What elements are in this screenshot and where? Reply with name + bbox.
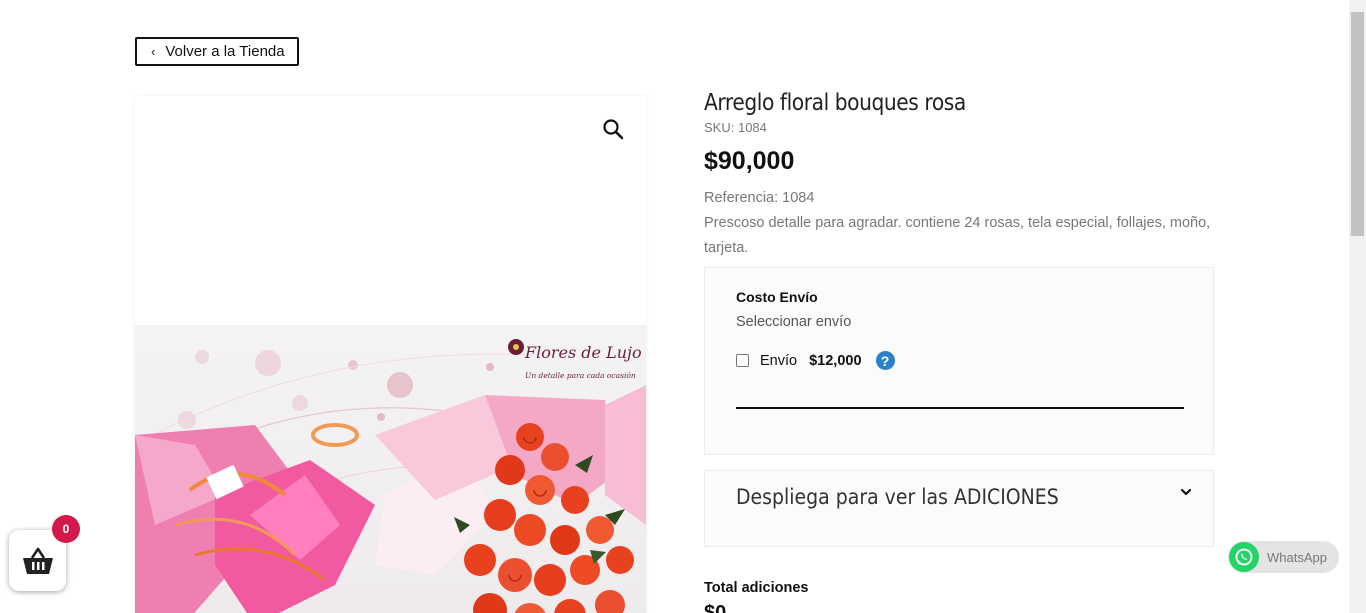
svg-text:Flores de Lujo: Flores de Lujo <box>524 343 642 362</box>
whatsapp-icon <box>1229 542 1259 572</box>
shipping-options-panel: Costo Envío Seleccionar envío Envío $12,… <box>704 267 1214 455</box>
chevron-down-icon <box>1180 488 1192 496</box>
shipping-option-label[interactable]: Envío <box>760 353 797 369</box>
shipping-subtitle: Seleccionar envío <box>736 314 852 330</box>
brand-logo: Flores de Lujo Un detalle para cada ocas… <box>508 339 642 380</box>
product-reference: Referencia: 1084 <box>704 190 815 206</box>
product-price: $90,000 <box>704 147 795 175</box>
back-to-shop-label: Volver a la Tienda <box>165 43 285 60</box>
product-gallery: Flores de Lujo Un detalle para cada ocas… <box>135 96 646 613</box>
svg-text:Un detalle para cada ocasión: Un detalle para cada ocasión <box>525 371 636 380</box>
bouquet-illustration: Flores de Lujo Un detalle para cada ocas… <box>135 339 646 613</box>
basket-icon <box>22 547 53 574</box>
shipping-title: Costo Envío <box>736 289 818 305</box>
back-to-shop-button[interactable]: ‹ Volver a la Tienda <box>135 37 299 66</box>
whatsapp-button[interactable]: WhatsApp <box>1228 541 1339 573</box>
product-description: Prescoso detalle para agradar. contiene … <box>704 215 1211 256</box>
cart-count-badge: 0 <box>52 515 80 543</box>
shipping-checkbox[interactable] <box>736 354 749 367</box>
product-sku: SKU: 1084 <box>704 120 1214 135</box>
product-title: Arreglo floral bouques rosa <box>704 90 966 116</box>
product-image[interactable]: Flores de Lujo Un detalle para cada ocas… <box>135 325 646 613</box>
shipping-option-price: $12,000 <box>809 352 862 369</box>
addons-accordion[interactable]: Despliega para ver las ADICIONES <box>704 470 1214 547</box>
product-summary: Arreglo floral bouques rosa SKU: 1084 $9… <box>704 90 1214 261</box>
scrollbar-thumb[interactable] <box>1351 12 1364 236</box>
chevron-left-icon: ‹ <box>151 44 156 59</box>
shipping-option: Envío $12,000 ? <box>736 351 895 370</box>
total-addons-label: Total adiciones <box>704 580 809 596</box>
question-circle-icon[interactable]: ? <box>875 351 895 370</box>
page-scrollbar[interactable] <box>1349 0 1366 613</box>
magnifier-icon[interactable] <box>602 118 624 140</box>
total-addons-value: $0 <box>704 602 727 613</box>
whatsapp-label: WhatsApp <box>1267 549 1327 565</box>
sku-label: SKU: <box>704 120 735 135</box>
shipping-divider <box>736 407 1184 409</box>
addons-label: Despliega para ver las ADICIONES <box>736 485 1059 509</box>
sku-value: 1084 <box>737 120 767 135</box>
